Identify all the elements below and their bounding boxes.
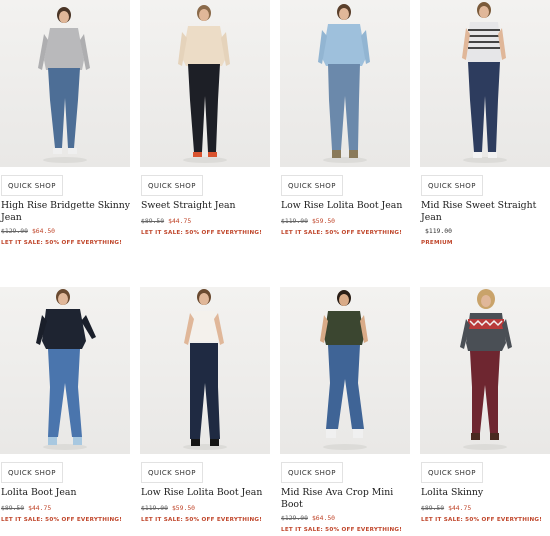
price-row: $129.00 $64.50 (281, 514, 335, 522)
sale-price: $59.50 (311, 217, 336, 225)
sale-price: $44.75 (448, 504, 472, 512)
quick-shop-button[interactable]: QUICK SHOP (281, 175, 343, 196)
product-name[interactable]: Low Rise Lolita Boot Jean (281, 200, 415, 212)
price-row: $119.00 $59.50 (141, 504, 195, 512)
product-image[interactable] (420, 0, 550, 167)
regular-price: $119.00 (425, 227, 452, 235)
original-price: $89.50 (421, 504, 445, 512)
product-name[interactable]: Mid Rise Sweet Straight Jean (421, 200, 550, 223)
quick-shop-button[interactable]: QUICK SHOP (281, 462, 343, 483)
sale-price: $44.75 (168, 217, 192, 225)
promo-text: LET IT SALE: 50% OFF EVERYTHING! (1, 517, 123, 523)
product-image[interactable] (0, 0, 130, 167)
promo-text: LET IT SALE: 50% OFF EVERYTHING! (1, 240, 123, 246)
promo-text: LET IT SALE: 50% OFF EVERYTHING! (141, 230, 263, 236)
promo-text: LET IT SALE: 50% OFF EVERYTHING! (421, 517, 543, 523)
promo-text: LET IT SALE: 50% OFF EVERYTHING! (141, 517, 263, 523)
premium-badge: PREMIUM (421, 240, 453, 246)
quick-shop-button[interactable]: QUICK SHOP (141, 462, 203, 483)
quick-shop-button[interactable]: QUICK SHOP (421, 175, 483, 196)
price-row: $89.50 $44.75 (421, 504, 471, 512)
price-row: $129.00 $64.50 (1, 227, 55, 235)
sale-price: $64.50 (31, 227, 56, 235)
promo-text: LET IT SALE: 50% OFF EVERYTHING! (281, 527, 403, 533)
original-price: $89.50 (1, 504, 25, 512)
quick-shop-button[interactable]: QUICK SHOP (421, 462, 483, 483)
original-price: $129.00 (281, 514, 308, 522)
original-price: $129.00 (1, 227, 28, 235)
original-price: $119.00 (281, 217, 308, 225)
price-row: $119.00 (421, 227, 452, 235)
price-row: $119.00 $59.50 (281, 217, 335, 225)
product-name[interactable]: High Rise Bridgette Skinny Jean (1, 200, 135, 223)
product-name[interactable]: Mid Rise Ava Crop Mini Boot (281, 487, 415, 510)
price-row: $89.50 $44.75 (1, 504, 51, 512)
product-name[interactable]: Low Rise Lolita Boot Jean (141, 487, 275, 499)
quick-shop-button[interactable]: QUICK SHOP (141, 175, 203, 196)
quick-shop-button[interactable]: QUICK SHOP (1, 462, 63, 483)
product-image[interactable] (0, 287, 130, 454)
sale-price: $64.50 (311, 514, 336, 522)
sale-price: $44.75 (28, 504, 52, 512)
product-name[interactable]: Sweet Straight Jean (141, 200, 275, 212)
product-grid: QUICK SHOP High Rise Bridgette Skinny Je… (0, 0, 550, 536)
product-name[interactable]: Lolita Boot Jean (1, 487, 135, 499)
original-price: $119.00 (141, 504, 168, 512)
product-image[interactable] (280, 0, 410, 167)
product-name[interactable]: Lolita Skinny (421, 487, 550, 499)
promo-text: LET IT SALE: 50% OFF EVERYTHING! (281, 230, 403, 236)
product-image[interactable] (140, 0, 270, 167)
quick-shop-button[interactable]: QUICK SHOP (1, 175, 63, 196)
product-image[interactable] (280, 287, 410, 454)
sale-price: $59.50 (171, 504, 196, 512)
product-image[interactable] (420, 287, 550, 454)
product-image[interactable] (140, 287, 270, 454)
original-price: $89.50 (141, 217, 165, 225)
price-row: $89.50 $44.75 (141, 217, 191, 225)
